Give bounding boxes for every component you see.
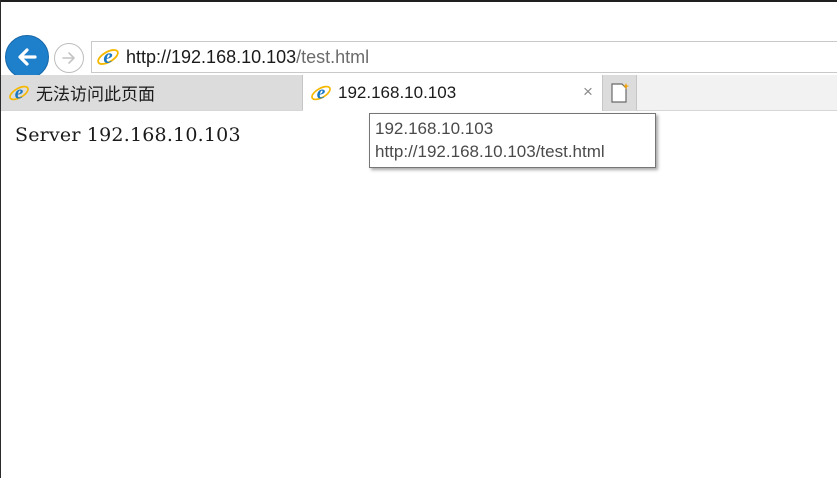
back-button[interactable] [5,35,49,79]
tooltip-title: 192.168.10.103 [375,119,494,138]
new-tab-button[interactable] [603,75,637,110]
address-input[interactable]: http://192.168.10.103/test.html [126,47,726,68]
page-body-text: Server 192.168.10.103 [15,124,241,146]
browser-window: e http://192.168.10.103/test.html e 无法访问… [0,0,837,478]
address-bar[interactable]: e http://192.168.10.103/test.html [91,41,837,73]
tab-error-page[interactable]: e 无法访问此页面 [1,75,303,110]
forward-arrow-icon [62,52,75,64]
svg-text:e: e [103,45,112,68]
forward-button[interactable] [54,43,84,73]
url-domain: http://192.168.10.103 [126,46,297,67]
ie-icon: e [9,82,29,103]
tab-tooltip: 192.168.10.103 http://192.168.10.103/tes… [369,113,656,168]
tab-bar: e 无法访问此页面 e 192.168.10.103 × [1,75,837,111]
tab-label: 无法访问此页面 [36,85,155,104]
ie-icon: e [311,83,331,104]
tooltip-url: http://192.168.10.103/test.html [375,142,605,161]
svg-text:e: e [317,83,326,104]
window-top-edge [1,0,837,2]
svg-text:e: e [15,82,24,103]
ie-icon: e [97,45,119,68]
new-tab-icon [610,82,629,103]
url-path: /test.html [296,46,370,67]
tab-close-button[interactable]: × [580,83,596,101]
tab-label: 192.168.10.103 [338,83,457,102]
back-arrow-icon [18,48,37,66]
tab-server-page[interactable]: e 192.168.10.103 × [303,75,603,111]
